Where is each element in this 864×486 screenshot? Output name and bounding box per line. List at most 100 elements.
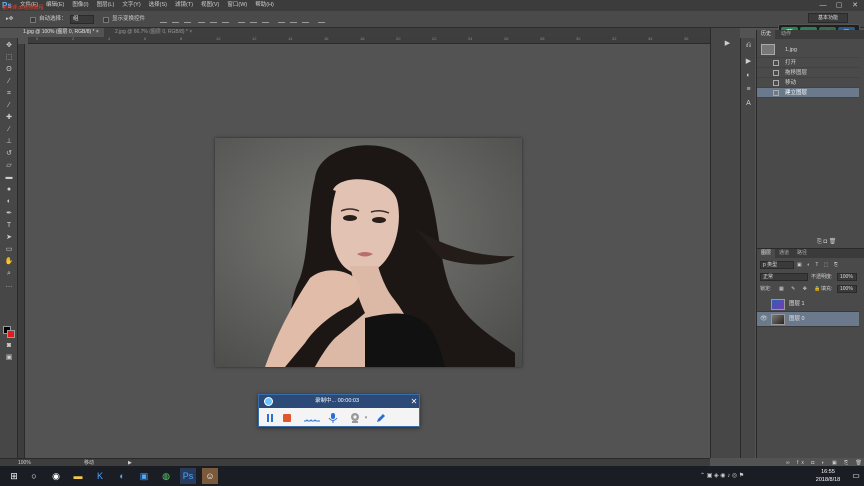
chrome-icon[interactable]: ◉	[48, 468, 64, 484]
marquee-tool-icon[interactable]: ⬚	[4, 54, 14, 62]
distribute-bottom-icon[interactable]	[262, 17, 269, 23]
opacity-input[interactable]: 100%	[837, 273, 857, 281]
history-brush-icon[interactable]: ↺	[4, 150, 14, 158]
lock-icons[interactable]: ▦ ✎ ✥ 🔒	[779, 285, 824, 293]
close-button[interactable]: ✕	[850, 2, 860, 9]
quick-mask-icon[interactable]: ◙	[4, 342, 14, 350]
hand-tool-icon[interactable]: ✋	[4, 258, 14, 266]
menu-select[interactable]: 选择(S)	[145, 0, 171, 11]
pen-tool-icon[interactable]: ✒	[4, 210, 14, 218]
align-hcenter-icon[interactable]	[210, 17, 217, 23]
tab-1-jpg[interactable]: 1.jpg @ 100% (图层 0, RGB/8) * ×	[18, 28, 104, 37]
tab-paths[interactable]: 路径	[793, 249, 811, 258]
history-item-new-layer[interactable]: 建立图层	[757, 88, 859, 98]
type-tool-icon[interactable]: T	[4, 222, 14, 230]
menu-edit[interactable]: 编辑(E)	[42, 0, 68, 11]
maximize-button[interactable]: ▢	[834, 2, 844, 9]
layer-filter-icons[interactable]: ▣ ◐ T ⬚ ⎘	[797, 261, 840, 269]
user-app-icon[interactable]: ☺	[202, 468, 218, 484]
distribute-hcenter-icon[interactable]	[290, 17, 297, 23]
distribute-left-icon[interactable]	[278, 17, 285, 23]
gradient-tool-icon[interactable]: ▬	[4, 174, 14, 182]
quick-select-tool-icon[interactable]: ⁄	[4, 78, 14, 86]
tab-history[interactable]: 历史	[757, 30, 776, 39]
tab-close-icon[interactable]: ×	[189, 29, 192, 35]
character-icon[interactable]: A	[744, 100, 753, 108]
history-footer-icons[interactable]: ⎘ ◘ 🗑	[817, 238, 836, 246]
menu-filter[interactable]: 滤镜(T)	[171, 0, 197, 11]
properties-icon[interactable]: ≡	[744, 86, 753, 94]
search-icon[interactable]: ○	[26, 468, 42, 484]
crop-tool-icon[interactable]: ⌗	[4, 90, 14, 98]
auto-align-icon[interactable]	[318, 17, 325, 23]
notification-icon[interactable]: ▭	[848, 468, 864, 484]
layer-row-1[interactable]: 图层 1	[757, 297, 859, 312]
pen-icon[interactable]	[375, 412, 387, 424]
stop-icon[interactable]	[281, 412, 293, 424]
tab-layers[interactable]: 图层	[757, 249, 776, 258]
file-explorer-icon[interactable]: ▬	[70, 468, 86, 484]
brush-tool-icon[interactable]: ∕	[4, 126, 14, 134]
history-snapshot[interactable]: 1.jpg	[757, 42, 859, 58]
layer-filter-dropdown[interactable]: p 类型	[760, 261, 794, 269]
menu-image[interactable]: 图像(I)	[68, 0, 92, 11]
move-tool-preset-icon[interactable]: ▸✥	[6, 15, 13, 24]
align-left-icon[interactable]	[198, 17, 205, 23]
tab-close-icon[interactable]: ×	[96, 29, 99, 35]
audio-wave-icon[interactable]	[303, 412, 321, 424]
system-tray-icons[interactable]: ⌃ ▣ ◈ ◉ ♪ ◎ ⚑	[700, 468, 800, 484]
tab-2-jpg[interactable]: 2.jpg @ 66.7% (图层 0, RGB/8) * ×	[110, 28, 197, 37]
taskbar-clock[interactable]: 16:55 2018/8/18	[808, 468, 848, 484]
monitor-app-icon[interactable]: ▣	[136, 468, 152, 484]
more-tools-icon[interactable]: …	[4, 282, 14, 290]
tab-actions[interactable]: 动作	[777, 30, 795, 39]
distribute-vcenter-icon[interactable]	[250, 17, 257, 23]
menu-view[interactable]: 视图(V)	[197, 0, 223, 11]
menu-window[interactable]: 窗口(W)	[223, 0, 251, 11]
history-item-open[interactable]: 打开	[757, 58, 859, 68]
fill-input[interactable]: 100%	[837, 285, 857, 293]
screen-mode-icon[interactable]: ▣	[4, 354, 14, 362]
blend-mode-dropdown[interactable]: 正常	[760, 273, 808, 281]
move-tool-icon[interactable]: ✥	[4, 42, 14, 50]
pause-icon[interactable]	[264, 412, 276, 424]
workspace-dropdown[interactable]: 基本功能	[808, 13, 848, 23]
healing-brush-icon[interactable]: ✚	[4, 114, 14, 122]
clone-stamp-icon[interactable]: ⊥	[4, 138, 14, 146]
windows-start-icon[interactable]: ⊞	[6, 468, 22, 484]
distribute-right-icon[interactable]	[302, 17, 309, 23]
wechat-icon[interactable]: ◍	[158, 468, 174, 484]
path-select-icon[interactable]: ➤	[4, 234, 14, 242]
auto-select-dropdown[interactable]: 组	[70, 15, 94, 24]
menu-help[interactable]: 帮助(H)	[251, 0, 278, 11]
play-icon[interactable]: ▶	[723, 40, 732, 48]
history-item-drag-layer[interactable]: 拖移图层	[757, 68, 859, 78]
align-right-icon[interactable]	[222, 17, 229, 23]
background-color-swatch[interactable]	[7, 330, 15, 338]
layer-row-0[interactable]: 👁 图层 0	[757, 312, 859, 327]
distribute-top-icon[interactable]	[238, 17, 245, 23]
shape-tool-icon[interactable]: ▭	[4, 246, 14, 254]
history-item-move[interactable]: 移动	[757, 78, 859, 88]
align-top-icon[interactable]	[160, 17, 167, 23]
zoom-tool-icon[interactable]: ⌕	[4, 270, 14, 278]
blur-tool-icon[interactable]: ●	[4, 186, 14, 194]
document-image[interactable]	[215, 138, 522, 367]
menu-type[interactable]: 文字(Y)	[118, 0, 144, 11]
align-bottom-icon[interactable]	[184, 17, 191, 23]
dodge-tool-icon[interactable]: ◐	[4, 198, 14, 206]
eraser-tool-icon[interactable]: ▱	[4, 162, 14, 170]
history-panel-icon[interactable]: ⎌	[744, 42, 753, 50]
browser-icon[interactable]: ◐	[114, 468, 130, 484]
recorder-close-button[interactable]: ✕	[409, 395, 419, 408]
auto-select-checkbox[interactable]	[30, 17, 36, 23]
eye-icon[interactable]: 👁	[760, 316, 768, 322]
microphone-icon[interactable]	[327, 412, 339, 424]
lasso-tool-icon[interactable]: ʘ	[4, 66, 14, 74]
show-transform-checkbox[interactable]	[103, 17, 109, 23]
actions-panel-icon[interactable]: ▶	[744, 58, 753, 66]
tab-channels[interactable]: 通道	[775, 249, 793, 258]
minimize-button[interactable]: —	[818, 2, 828, 9]
eyedropper-tool-icon[interactable]: ⁄	[4, 102, 14, 110]
app-k-icon[interactable]: K	[92, 468, 108, 484]
